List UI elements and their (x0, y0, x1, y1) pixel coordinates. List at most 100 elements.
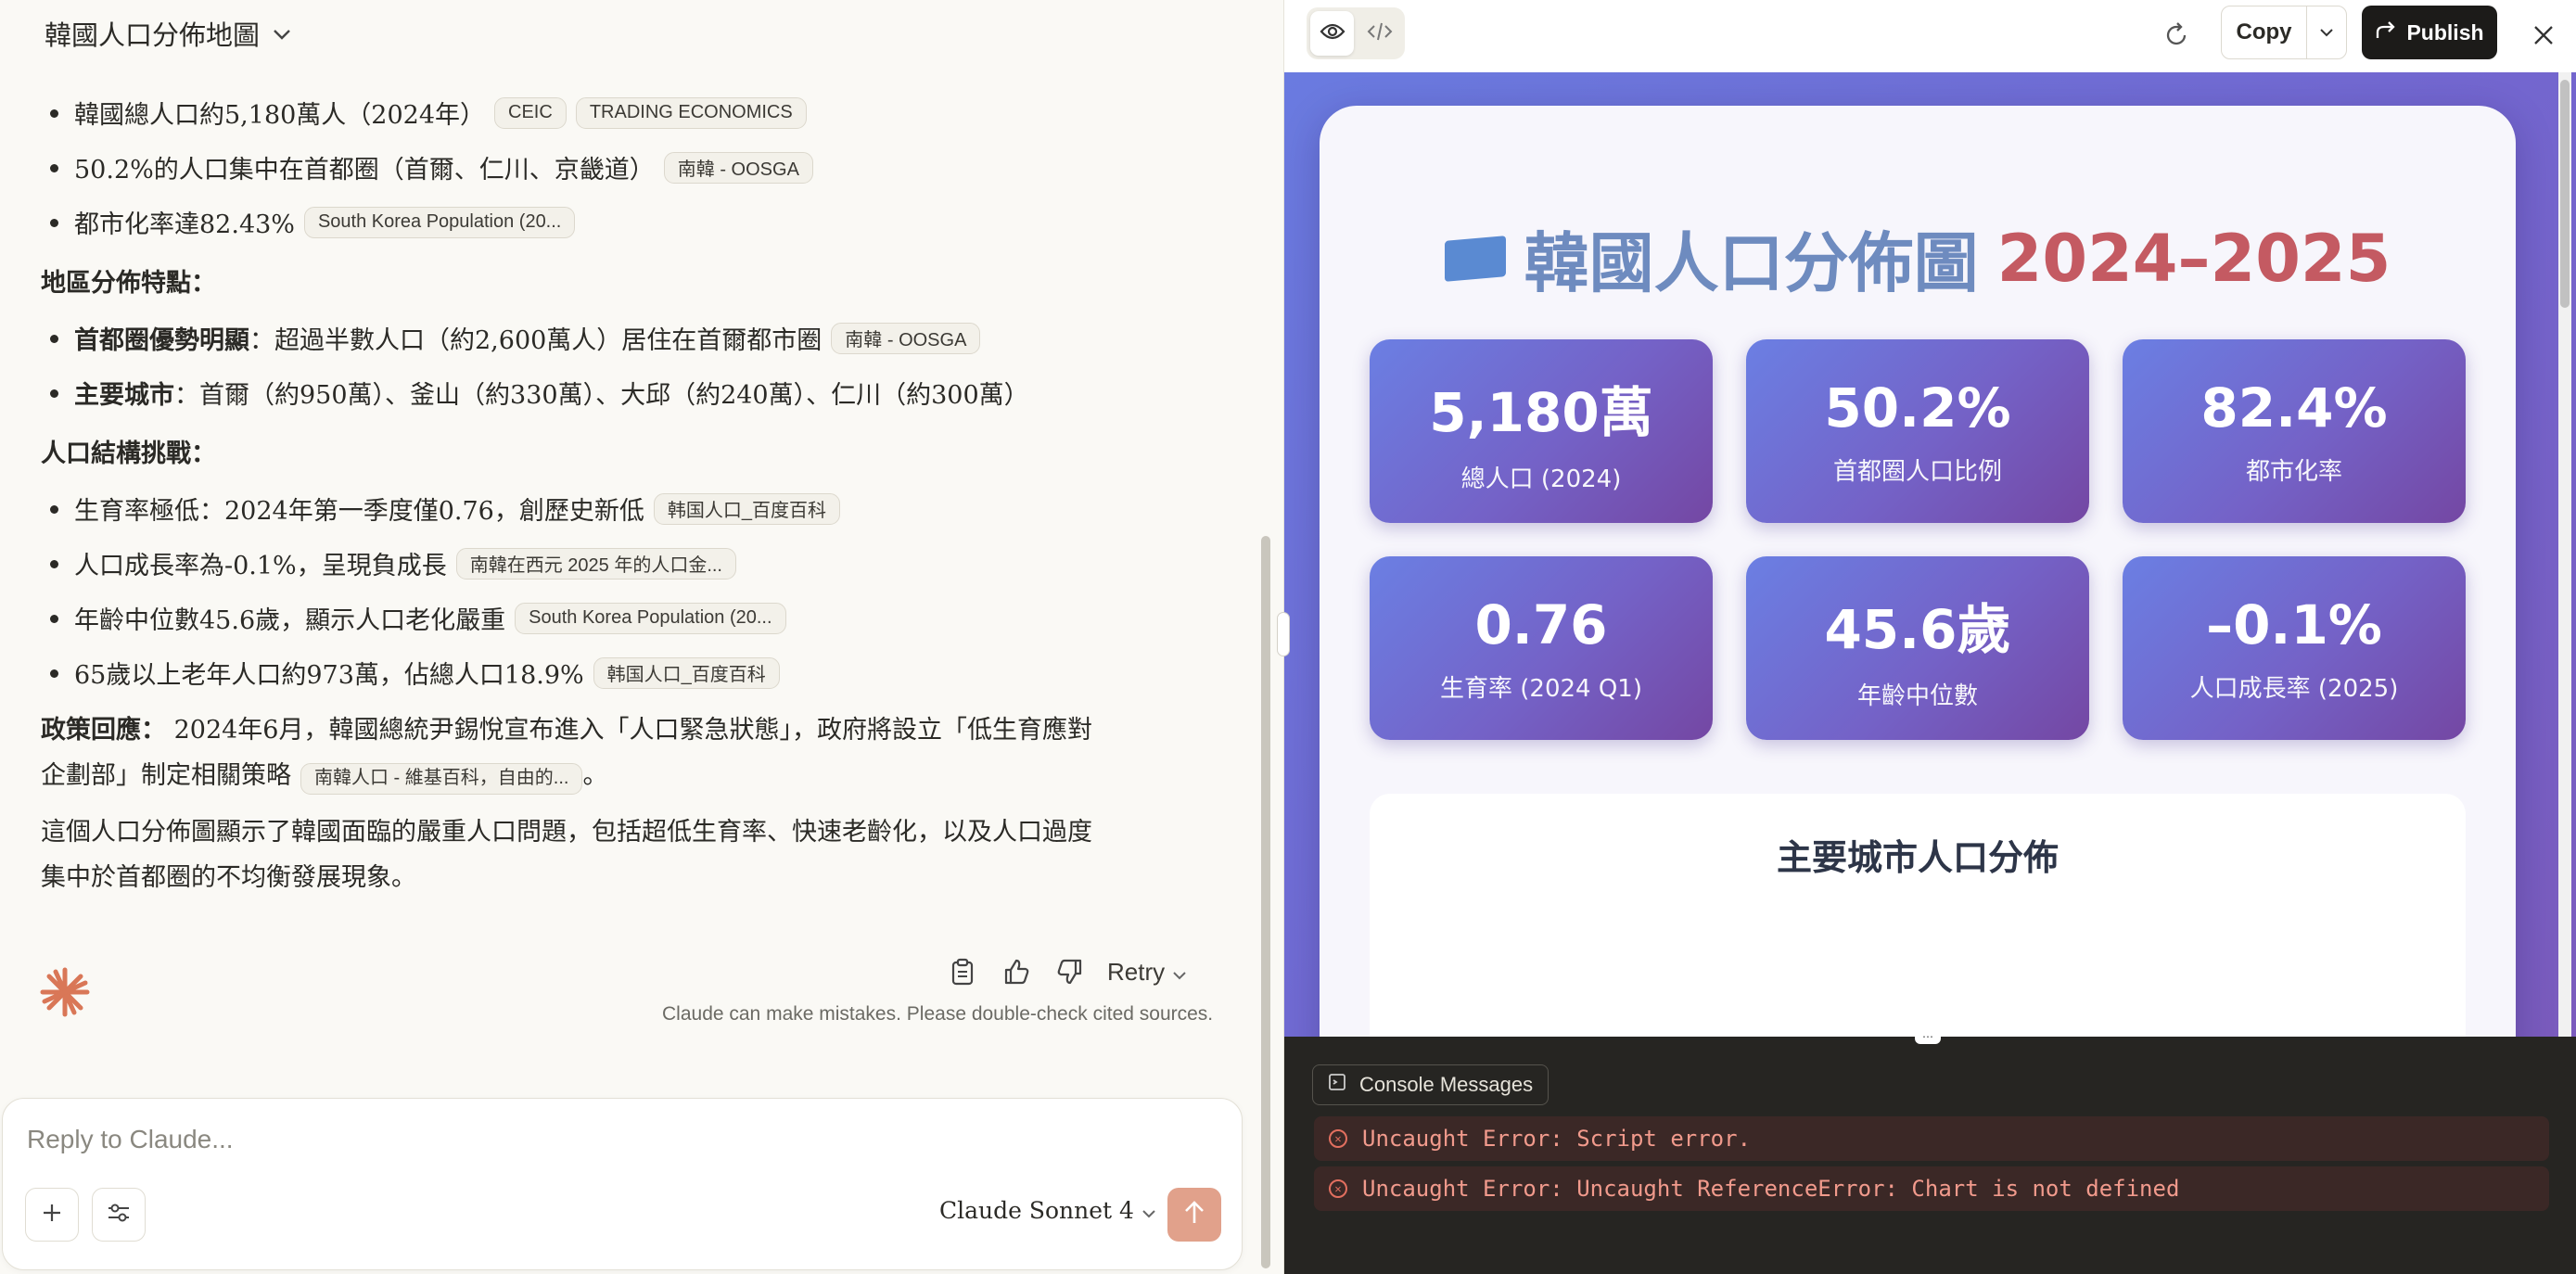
chat-title-menu[interactable]: 韓國人口分佈地圖 (45, 13, 291, 54)
list-item: 韓國總人口約5,180萬人（2024年） CEIC TRADING ECONOM… (41, 85, 1209, 140)
add-button[interactable] (25, 1188, 79, 1242)
list-item-text: ：首爾（約950萬）、釜山（約330萬）、大邱（約240萬）、仁川（約300萬） (174, 381, 1029, 410)
preview-scrollbar[interactable] (2558, 72, 2571, 1037)
preview-tab[interactable] (1310, 11, 1354, 56)
policy-label: 政策回應： (41, 716, 166, 745)
citation-chip[interactable]: South Korea Population (20... (515, 602, 786, 634)
citation-chip[interactable]: 韩国人口_百度百科 (653, 492, 840, 525)
stat-label: 首都圈人口比例 (1832, 457, 2002, 486)
list-item-bold: 首都圈優勢明顯 (74, 326, 249, 355)
assistant-message: 韓國總人口約5,180萬人（2024年） CEIC TRADING ECONOM… (41, 85, 1209, 900)
list-item: 主要城市 ：首爾（約950萬）、釜山（約330萬）、大邱（約240萬）、仁川（約… (41, 365, 1209, 420)
pane-resize-handle[interactable] (1277, 612, 1290, 656)
stat-card: 50.2% 首都圈人口比例 (1746, 339, 2089, 523)
stat-card: 82.4% 都市化率 (2123, 339, 2466, 523)
policy-text-cont: 企劃部」制定相關策略 (41, 761, 291, 790)
overview-list: 韓國總人口約5,180萬人（2024年） CEIC TRADING ECONOM… (41, 85, 1209, 249)
hero-title: 韓國人口分佈圖 (1524, 225, 1979, 301)
retry-label: Retry (1107, 957, 1166, 986)
citation-chip[interactable]: 南韓人口 - 維基百科，自由的... (300, 762, 583, 795)
list-item-text: ：超過半數人口（約2,600萬人）居住在首爾都市圈 (249, 326, 823, 355)
code-icon (1367, 21, 1393, 45)
thumbs-down-icon[interactable] (1053, 955, 1087, 988)
section-heading: 地區分佈特點： (41, 268, 216, 298)
stat-card: 0.76 生育率 (2024 Q1) (1370, 556, 1713, 740)
list-item-text: 年齡中位數45.6歲，顯示人口老化嚴重 (74, 606, 506, 635)
list-item: 首都圈優勢明顯 ：超過半數人口（約2,600萬人）居住在首爾都市圈 南韓 - O… (41, 311, 1209, 365)
stat-label: 生育率 (2024 Q1) (1440, 674, 1642, 703)
citation-chip[interactable]: 南韓在西元 2025 年的人口金... (455, 547, 736, 580)
clipboard-icon[interactable] (946, 955, 979, 988)
list-item-text: 生育率極低：2024年第一季度僅0.76，創歷史新低 (74, 497, 644, 526)
chevron-down-icon[interactable] (2307, 6, 2346, 58)
disclaimer: Claude can make mistakes. Please double-… (662, 1003, 1214, 1025)
citation-chip[interactable]: 韩国人口_百度百科 (593, 656, 780, 689)
artifact-pane: Copy Publish 韓國人口分佈圖 2024–2025 5,180萬 總人… (1283, 0, 2576, 1274)
citation-chip[interactable]: TRADING ECONOMICS (575, 96, 807, 129)
console-tab-label: Console Messages (1359, 1073, 1534, 1096)
flag-icon (1444, 235, 1506, 282)
send-button[interactable] (1167, 1188, 1221, 1242)
citation-chip[interactable]: 南韓 - OOSGA (831, 322, 981, 354)
publish-button[interactable]: Publish (2362, 6, 2497, 59)
thumbs-up-icon[interactable] (1000, 955, 1033, 988)
copy-label: Copy (2222, 6, 2307, 58)
challenges-list: 生育率極低：2024年第一季度僅0.76，創歷史新低 韩国人口_百度百科 人口成… (41, 481, 1209, 700)
drag-handle[interactable]: ⋯ (1915, 1029, 1941, 1044)
scrollbar-thumb[interactable] (2560, 80, 2570, 308)
list-item-text: 50.2%的人口集中在首都圈（首爾、仁川、京畿道） (74, 156, 655, 185)
artifact-preview: 韓國人口分佈圖 2024–2025 5,180萬 總人口 (2024) 50.2… (1284, 72, 2576, 1037)
copy-button[interactable]: Copy (2221, 6, 2347, 59)
stat-card: 5,180萬 總人口 (2024) (1370, 339, 1713, 523)
plus-icon (41, 1202, 63, 1228)
error-icon: ✕ (1329, 1129, 1347, 1148)
stat-label: 年齡中位數 (1856, 682, 1978, 710)
list-item-text: 都市化率達82.43% (74, 210, 295, 239)
view-toggle (1307, 7, 1405, 59)
stat-label: 都市化率 (2245, 457, 2342, 486)
console-error: ✕ Uncaught Error: Uncaught ReferenceErro… (1314, 1166, 2549, 1211)
stat-value: 82.4% (2200, 376, 2388, 440)
chevron-down-icon (273, 22, 291, 45)
error-text: Uncaught Error: Script error. (1362, 1126, 1752, 1152)
tools-button[interactable] (92, 1188, 146, 1242)
model-selector[interactable]: Claude Sonnet 4 (939, 1197, 1156, 1224)
section-heading: 人口結構挑戰： (41, 439, 216, 468)
list-item: 都市化率達82.43% South Korea Population (20..… (41, 195, 1209, 249)
artifact-toolbar: Copy Publish (1284, 0, 2576, 72)
stat-value: 50.2% (1824, 376, 2011, 440)
share-arrow-icon (2375, 19, 2397, 45)
code-tab[interactable] (1358, 11, 1401, 56)
claude-spark-icon (37, 964, 93, 1020)
model-name: Claude Sonnet 4 (939, 1197, 1134, 1224)
stat-value: –0.1% (2206, 592, 2382, 656)
list-item: 年齡中位數45.6歲，顯示人口老化嚴重 South Korea Populati… (41, 591, 1209, 645)
summary-text: 這個人口分佈圖顯示了韓國面臨的嚴重人口問題，包括超低生育率、快速老齡化，以及人口… (41, 818, 1092, 847)
reply-input[interactable]: Reply to Claude... (27, 1125, 234, 1154)
stat-value: 0.76 (1474, 592, 1608, 656)
list-item: 65歲以上老年人口約973萬，佔總人口18.9% 韩国人口_百度百科 (41, 645, 1209, 700)
policy-text: 2024年6月，韓國總統尹錫悅宣布進入「人口緊急狀態」，政府將設立「低生育應對 (173, 716, 1092, 745)
console-icon (1328, 1073, 1346, 1097)
console-tab[interactable]: Console Messages (1312, 1064, 1549, 1105)
stat-card: 45.6歲 年齡中位數 (1746, 556, 2089, 740)
chevron-down-icon (1141, 1197, 1156, 1224)
list-item: 人口成長率為-0.1%，呈現負成長 南韓在西元 2025 年的人口金... (41, 536, 1209, 591)
cities-title: 主要城市人口分佈 (1776, 837, 2059, 878)
summary-text-cont: 集中於首都圈的不均衡發展現象。 (41, 863, 416, 892)
retry-button[interactable]: Retry (1107, 958, 1187, 987)
citation-chip[interactable]: 南韓 - OOSGA (663, 151, 813, 184)
citation-chip[interactable]: South Korea Population (20... (303, 206, 576, 238)
chat-scrollbar[interactable] (1261, 536, 1270, 1268)
list-item-text: 韓國總人口約5,180萬人（2024年） (74, 101, 486, 130)
console-error: ✕ Uncaught Error: Script error. (1314, 1116, 2549, 1161)
stat-value: 5,180萬 (1429, 380, 1653, 444)
citation-chip[interactable]: CEIC (494, 96, 567, 129)
refresh-icon[interactable] (2154, 13, 2199, 57)
region-list: 首都圈優勢明顯 ：超過半數人口（約2,600萬人）居住在首爾都市圈 南韓 - O… (41, 311, 1209, 420)
close-icon[interactable] (2521, 13, 2566, 57)
policy-paragraph: 政策回應： 2024年6月，韓國總統尹錫悅宣布進入「人口緊急狀態」，政府將設立「… (41, 707, 1209, 798)
stat-value: 45.6歲 (1824, 597, 2011, 661)
stat-label: 總人口 (2024) (1460, 465, 1622, 493)
cities-panel: 主要城市人口分佈 (1370, 794, 2466, 1037)
